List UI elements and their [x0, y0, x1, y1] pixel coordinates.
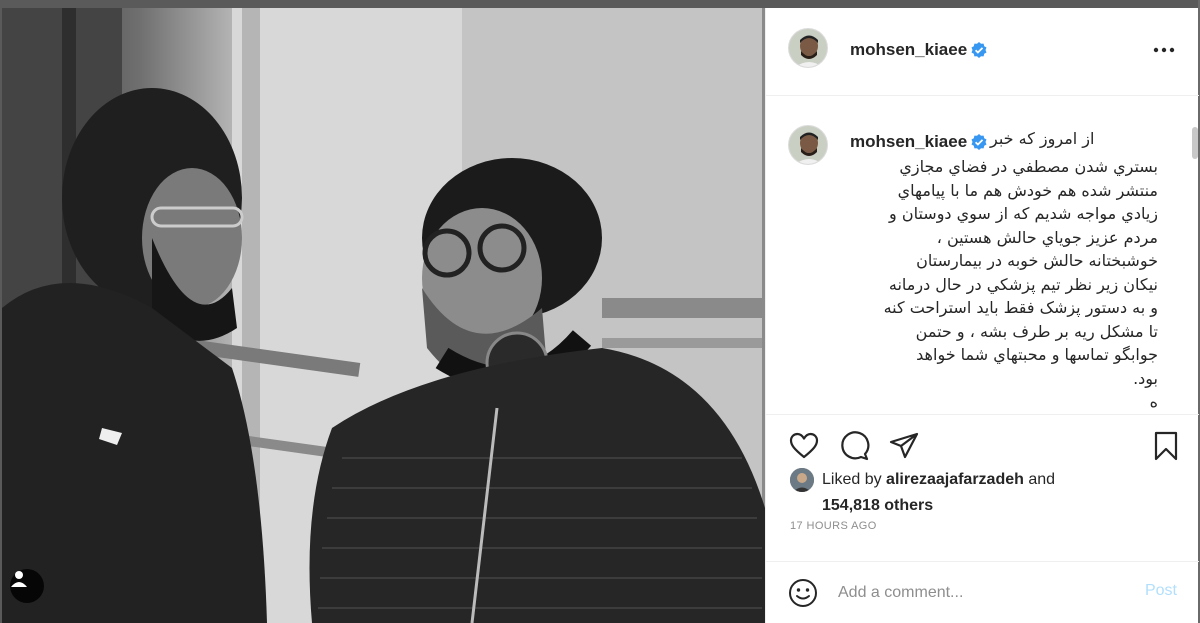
caption-first-line: از امروز که خبر: [990, 129, 1095, 148]
more-horizontal-icon: [1153, 47, 1175, 53]
smiley-icon: [789, 579, 817, 607]
comment-icon: [841, 431, 870, 461]
author-username[interactable]: mohsen_kiaee: [850, 40, 967, 60]
likes-summary: Liked by alirezaajafarzadeh and 154,818 …: [766, 464, 1199, 514]
comment-input[interactable]: [838, 580, 1118, 606]
liker-avatar[interactable]: [790, 468, 814, 492]
caption-section: mohsen_kiaee از امروز که خبر بستري شدن م…: [766, 97, 1199, 415]
likes-and: and: [1023, 471, 1056, 488]
comment-button[interactable]: [838, 430, 870, 462]
like-button[interactable]: [788, 430, 820, 462]
verified-badge-icon: [971, 134, 987, 150]
caption-line: و به دستور پزشک فقط بايد استراحت کنه: [883, 298, 1158, 317]
caption-line: ه: [1149, 392, 1158, 411]
caption-line: تا مشکل ريه بر طرف بشه ، و حتمن: [915, 321, 1158, 341]
post-actions: [766, 416, 1199, 468]
verified-badge-icon: [971, 42, 987, 58]
liked-by-username[interactable]: alirezaajafarzadeh: [886, 471, 1024, 488]
post-comment-button[interactable]: Post: [1145, 582, 1177, 600]
caption-scrollbar[interactable]: [1191, 97, 1199, 414]
post-photo[interactable]: [2, 8, 765, 623]
post-photo-illustration: [2, 8, 765, 623]
author-avatar[interactable]: [788, 28, 828, 68]
caption-line: خوشبختانه حالش خوبه در بيمارستان: [916, 251, 1158, 270]
caption-line: زيادي مواجه شديم که از سوي دوستان و: [889, 204, 1158, 223]
share-button[interactable]: [888, 430, 920, 462]
post-header: mohsen_kiaee: [766, 8, 1199, 96]
post-timestamp[interactable]: 17 HOURS AGO: [790, 520, 877, 532]
likes-prefix: Liked by: [822, 471, 887, 488]
caption-line: نيکان زير نظر تيم پزشکي در حال درمانه: [888, 274, 1158, 294]
emoji-button[interactable]: [788, 578, 818, 608]
caption-line: بستري شدن مصطفي در فضاي مجازي: [899, 157, 1158, 176]
caption-line: مردم عزيز جوياي حالش هستين ،: [936, 227, 1158, 247]
user-tag-icon: [11, 571, 27, 587]
likes-text: Liked by alirezaajafarzadeh and 154,818 …: [822, 467, 1122, 519]
caption-author-avatar[interactable]: [788, 125, 828, 165]
caption-text: بستري شدن مصطفي در فضاي مجازي منتشر شده …: [826, 155, 1158, 414]
likes-others-count[interactable]: 154,818 others: [822, 497, 933, 514]
caption-line: جوابگو تماسها و محبتهاي شما خواهد: [916, 345, 1158, 364]
more-options-button[interactable]: [1151, 40, 1177, 60]
paper-plane-icon: [889, 432, 919, 459]
caption-line: منتشر شده هم خودش هم ما با پيامهاي: [897, 180, 1158, 200]
window-top-border: [0, 0, 1200, 8]
caption-line: بود.: [1133, 368, 1158, 388]
save-button[interactable]: [1150, 430, 1182, 462]
scrollbar-thumb[interactable]: [1192, 127, 1198, 159]
bookmark-icon: [1154, 431, 1178, 461]
comment-bar: Post: [766, 561, 1199, 623]
user-tag-button[interactable]: [10, 569, 44, 603]
heart-icon: [789, 432, 819, 459]
post-detail-panel: mohsen_kiaee mohsen_kiaee از امروز که خب…: [765, 8, 1199, 623]
caption-author-username[interactable]: mohsen_kiaee: [850, 132, 967, 152]
